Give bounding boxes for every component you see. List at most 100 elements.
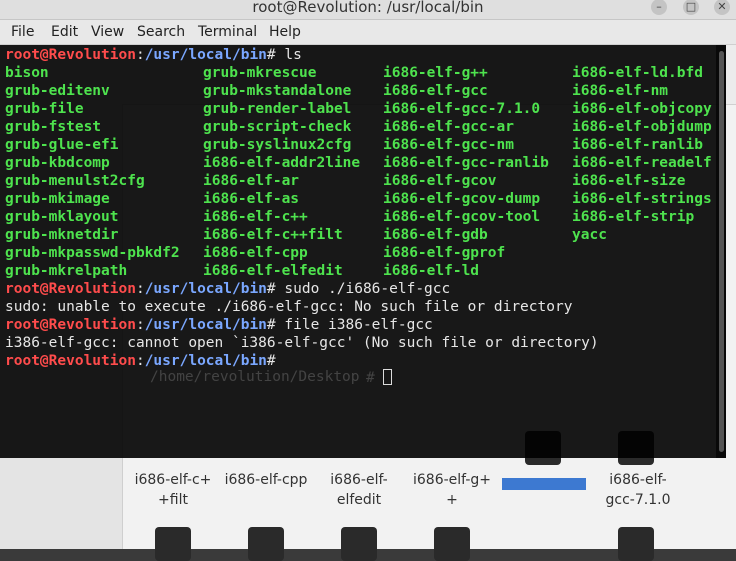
prompt-user: root@Revolution (5, 281, 136, 297)
ls-entry: i686-elf-addr2line (203, 155, 361, 171)
ls-entry: grub-file (5, 101, 84, 117)
menu-file[interactable]: File (11, 24, 34, 40)
ls-entry: i686-elf-as (203, 191, 300, 207)
scrollbar[interactable] (716, 45, 726, 458)
ls-entry: i686-elf-gdb (383, 227, 488, 243)
ls-entry: i686-elf-c++filt (203, 227, 343, 243)
file-label: i686-elf- (609, 472, 667, 488)
file-label: + (446, 492, 458, 508)
cursor (383, 369, 393, 385)
prompt-symbol: # (266, 47, 285, 63)
file-label: i686-elf-g+ (413, 472, 491, 488)
command-line: root@Revolution:/usr/local/bin# file i38… (5, 316, 433, 334)
ls-entry: i686-elf-elfedit (203, 263, 343, 279)
prompt-path: /usr/local/bin (144, 317, 267, 333)
ls-entry: i686-elf-ld.bfd (572, 65, 703, 81)
ls-entry: i686-elf-gcov-tool (383, 209, 541, 225)
file-label: i686-elf-c+ (134, 472, 212, 488)
command-line: root@Revolution:/usr/local/bin# sudo ./i… (5, 280, 450, 298)
file-icon[interactable] (248, 527, 284, 561)
ls-entry: i686-elf-cpp (203, 245, 308, 261)
command-text: ls (284, 47, 302, 63)
ls-entry: i686-elf-strip (572, 209, 695, 225)
file-icon[interactable] (155, 527, 191, 561)
ls-entry: grub-mkstandalone (203, 83, 352, 99)
ls-entry: grub-mkimage (5, 191, 110, 207)
ls-entry: i686-elf-gcc-nm (383, 137, 514, 153)
ls-entry: i686-elf-gcov-dump (383, 191, 541, 207)
ls-entry: grub-mkrelpath (5, 263, 128, 279)
prompt-separator: : (135, 281, 145, 297)
ls-entry: grub-script-check (203, 119, 352, 135)
ls-entry: grub-mknetdir (5, 227, 119, 243)
ls-entry: grub-fstest (5, 119, 102, 135)
selection-highlight (502, 478, 586, 490)
ls-entry: yacc (572, 227, 607, 243)
ls-entry: grub-menulst2cfg (5, 173, 145, 189)
command-text: sudo ./i686-elf-gcc (284, 281, 451, 297)
background-prompt-path: /home/revolution/Desktop (150, 369, 360, 385)
prompt-separator: : (135, 317, 145, 333)
ls-entry: i686-elf-g++ (383, 65, 488, 81)
current-prompt: root@Revolution:/usr/local/bin# (5, 352, 284, 370)
prompt-path: /usr/local/bin (144, 281, 267, 297)
ls-entry: grub-render-label (203, 101, 352, 117)
ls-entry: i686-elf-objcopy (572, 101, 712, 117)
error-output: sudo: unable to execute ./i686-elf-gcc: … (5, 299, 573, 315)
file-icon[interactable] (341, 527, 377, 561)
ls-entry: i686-elf-gcc (383, 83, 488, 99)
menu-bar: File Edit View Search Terminal Help (0, 20, 736, 45)
file-icon[interactable] (434, 527, 470, 561)
file-icon[interactable] (618, 527, 654, 561)
ls-entry: i686-elf-strings (572, 191, 712, 207)
prompt-separator: : (135, 353, 145, 369)
ls-entry: grub-syslinux2cfg (203, 137, 352, 153)
menu-edit[interactable]: Edit (51, 24, 78, 40)
prompt-path: /usr/local/bin (144, 47, 267, 63)
prompt-path: /usr/local/bin (144, 353, 267, 369)
menu-view[interactable]: View (91, 24, 124, 40)
ls-entry: i686-elf-ar (203, 173, 300, 189)
ls-entry: i686-elf-ranlib (572, 137, 703, 153)
ls-entry: i686-elf-gcc-7.1.0 (383, 101, 541, 117)
menu-terminal[interactable]: Terminal (198, 24, 257, 40)
ls-entry: grub-mklayout (5, 209, 119, 225)
prompt-user: root@Revolution (5, 317, 136, 333)
ls-entry: i686-elf-size (572, 173, 686, 189)
prompt-symbol: # (266, 353, 285, 369)
ls-entry: i686-elf-gcov (383, 173, 497, 189)
file-label: i686-elf- (330, 472, 388, 488)
ls-entry: grub-kbdcomp (5, 155, 110, 171)
menu-search[interactable]: Search (137, 24, 185, 40)
prompt-user: root@Revolution (5, 47, 136, 63)
error-output: i386-elf-gcc: cannot open `i386-elf-gcc'… (5, 335, 599, 351)
ls-entry: i686-elf-readelf (572, 155, 712, 171)
file-label: +filt (158, 492, 188, 508)
command-text: file i386-elf-gcc (284, 317, 433, 333)
terminal-window[interactable]: root@Revolution: /usr/local/bin – □ ✕ Fi… (0, 0, 736, 458)
ls-entry: grub-glue-efi (5, 137, 119, 153)
window-title: root@Revolution: /usr/local/bin (252, 0, 484, 16)
scrollbar-thumb[interactable] (719, 51, 724, 452)
ls-entry: i686-elf-gprof (383, 245, 506, 261)
menu-help[interactable]: Help (269, 24, 301, 40)
prompt-symbol: # (266, 317, 285, 333)
ls-entry: i686-elf-gcc-ar (383, 119, 514, 135)
file-label: gcc-7.1.0 (605, 492, 671, 508)
prompt-separator: : (135, 47, 145, 63)
file-label: i686-elf-cpp (224, 472, 308, 488)
ls-entry: i686-elf-objdump (572, 119, 712, 135)
command-line: root@Revolution:/usr/local/bin# ls (5, 46, 302, 64)
background-prompt-symbol: # (366, 369, 393, 386)
terminal-output[interactable]: root@Revolution:/usr/local/bin# ls bison… (0, 45, 726, 458)
ls-entry: grub-mkrescue (203, 65, 317, 81)
prompt-user: root@Revolution (5, 353, 136, 369)
ls-entry: grub-editenv (5, 83, 110, 99)
ls-entry: i686-elf-nm (572, 83, 669, 99)
title-bar[interactable]: root@Revolution: /usr/local/bin – □ ✕ (0, 0, 736, 20)
prompt-symbol: # (266, 281, 285, 297)
ls-entry: i686-elf-c++ (203, 209, 308, 225)
file-label: elfedit (336, 492, 382, 508)
ls-entry: i686-elf-ld (383, 263, 480, 279)
ls-entry: i686-elf-gcc-ranlib (383, 155, 549, 171)
